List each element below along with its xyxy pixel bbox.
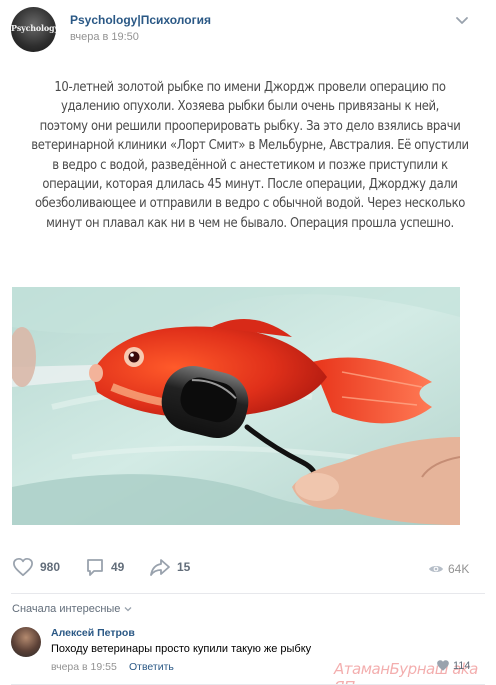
post-text-line: ветеринарной клиники «Лорт Смит» в Мельб… [31,138,469,154]
group-avatar-text: Psychology [11,23,56,33]
comment-reply-button[interactable]: Ответить [129,661,174,673]
post-actions-bar: 980 49 15 64K [0,550,496,584]
comment-avatar[interactable] [11,627,41,657]
group-name-link[interactable]: Psychology|Психология [70,13,211,27]
comment-button[interactable]: 49 [85,556,124,578]
goldfish-photo [12,287,460,525]
comment-time[interactable]: вчера в 19:55 [51,661,117,673]
comment-text: Походу ветеринары просто купили такую же… [51,643,312,655]
comments-sort-label: Сначала интересные [12,603,121,615]
post-text-line: удалению опухоли. Хозяева рыбки были оче… [60,99,440,115]
post-header: Psychology Psychology|Психология вчера в… [0,0,496,60]
chevron-down-icon [124,607,132,612]
heart-icon [13,557,33,577]
eye-icon [429,566,443,572]
post-photo[interactable] [12,287,460,525]
post-text-line: операции, которая длилась 45 минут. Посл… [42,177,458,193]
comment-likes-count: 114 [453,659,471,672]
likes-count: 980 [40,560,61,574]
views-counter: 64K [428,562,469,576]
post-text: 10-летней золотой рыбке по имени Джордж … [30,78,470,233]
views-count: 64K [448,562,470,576]
post-time[interactable]: вчера в 19:50 [70,31,139,43]
watermark-text: АтаманБурнаш aka ЯП [334,660,478,685]
post-text-image: 10-летней золотой рыбке по имени Джордж … [30,78,470,233]
shares-count: 15 [177,560,191,574]
post-menu-button[interactable] [454,14,470,28]
chevron-down-icon [456,17,468,24]
heart-icon [437,660,449,671]
like-button[interactable]: 980 [12,556,60,578]
comment-author[interactable]: Алексей Петров [51,627,135,639]
post-text-line: 10-летней золотой рыбке по имени Джордж … [54,80,446,95]
share-arrow-icon [150,559,170,576]
comments-count: 49 [111,560,125,574]
comment-like-button[interactable]: 114 [436,659,471,672]
share-button[interactable]: 15 [149,556,190,578]
post-text-line: поэтому они решили прооперировать рыбку.… [39,118,461,134]
group-avatar[interactable]: Psychology [11,7,56,52]
divider [11,593,485,594]
comment-bubble-icon [87,559,103,576]
post-text-line: в ведро с водой, разведённой с анестетик… [52,157,448,173]
post-text-line: обезболивающее и отправили в ведро с обы… [35,196,465,212]
comments-sort-dropdown[interactable]: Сначала интересные [12,603,132,615]
post-text-line: минут он плавал как ни в чем не бывало. … [46,215,454,231]
